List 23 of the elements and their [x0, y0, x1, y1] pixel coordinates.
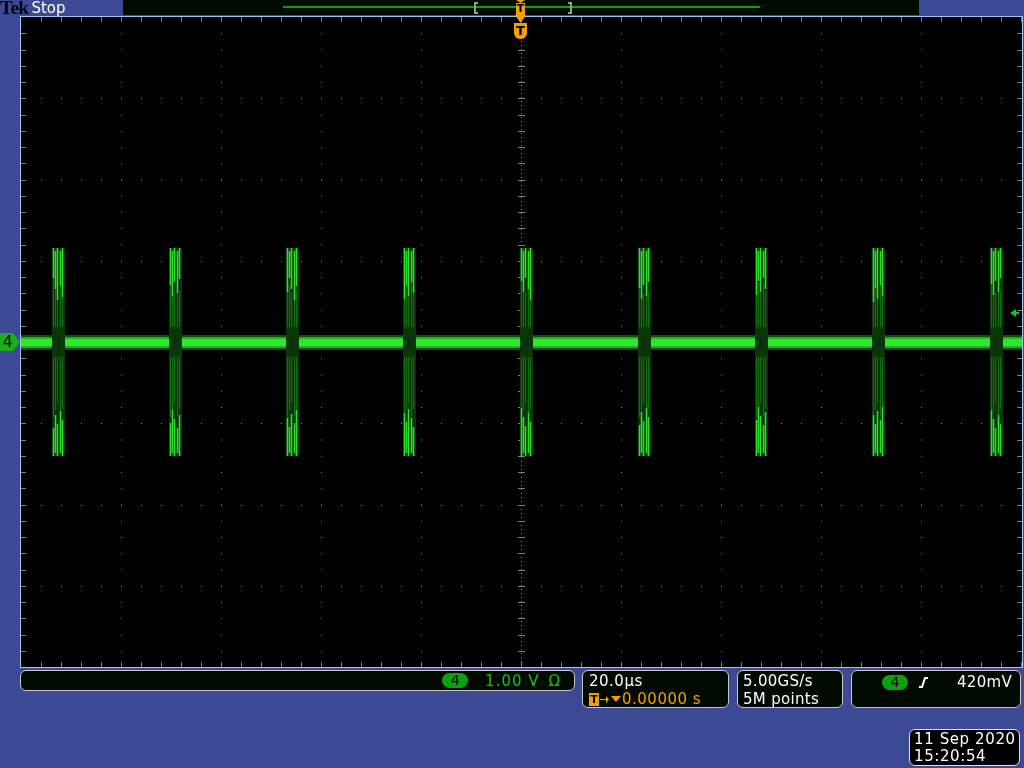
- record-length: 5M points: [743, 690, 821, 708]
- down-triangle-icon: [515, 15, 526, 23]
- view-trigger-marker: T: [516, 3, 525, 15]
- channel-badge: 4: [442, 673, 469, 688]
- channel-badge: 4: [882, 674, 908, 690]
- down-triangle-icon: [611, 696, 621, 702]
- trigger-level-value: 420mV: [957, 673, 1012, 691]
- run-state-label: Stop: [31, 0, 66, 16]
- time-label: 15:20:54: [914, 748, 988, 765]
- bracket-icon: [568, 2, 572, 14]
- horizontal-scale: 20.0µs: [589, 672, 644, 690]
- date-label: 11 Sep 2020: [914, 731, 1015, 748]
- bracket-icon: [474, 2, 478, 14]
- down-triangle-icon: [516, 0, 525, 3]
- brand-logo: Tek: [0, 0, 29, 16]
- right-arrow-icon: [600, 695, 609, 703]
- trigger-position-value: 0.00000 s: [622, 690, 702, 708]
- left-arrow-icon: [1010, 309, 1019, 317]
- channel-marker: 4: [0, 333, 20, 351]
- vertical-scale: 1.00 V: [485, 671, 540, 690]
- sample-rate: 5.00GS/s: [743, 672, 814, 690]
- trigger-marker-badge: T: [589, 692, 599, 706]
- termination-label: Ω: [548, 671, 560, 690]
